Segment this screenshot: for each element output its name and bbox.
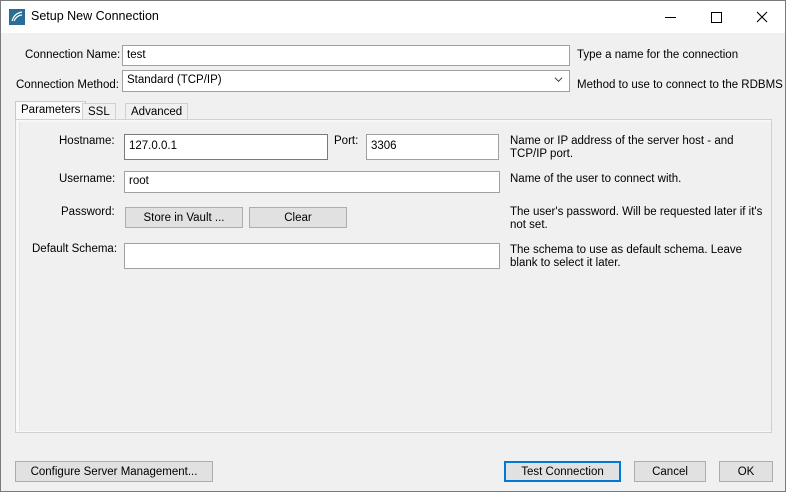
- minimize-button[interactable]: [647, 1, 693, 33]
- schema-help-line-1: The schema to use as default schema. Lea…: [510, 244, 743, 256]
- connection-method-help: Method to use to connect to the RDBMS: [577, 79, 783, 91]
- close-icon: [756, 11, 768, 23]
- port-input[interactable]: 3306: [366, 134, 499, 160]
- parameters-panel: [19, 122, 771, 431]
- window-title: Setup New Connection: [31, 9, 159, 23]
- tab-parameters[interactable]: Parameters: [15, 101, 87, 120]
- tab-ssl[interactable]: SSL: [82, 103, 116, 120]
- connection-method-label: Connection Method:: [16, 79, 119, 91]
- hostname-help-line-1: Name or IP address of the server host - …: [510, 135, 734, 147]
- cancel-button[interactable]: Cancel: [634, 461, 706, 482]
- tab-advanced[interactable]: Advanced: [125, 103, 189, 120]
- connection-name-input[interactable]: test: [122, 45, 570, 66]
- clear-password-button[interactable]: Clear: [249, 207, 347, 228]
- hostname-input[interactable]: 127.0.0.1: [124, 134, 328, 160]
- maximize-button[interactable]: [693, 1, 739, 33]
- password-help-line-2: not set.: [510, 219, 548, 231]
- hostname-label: Hostname:: [59, 135, 115, 147]
- close-button[interactable]: [739, 1, 785, 33]
- mysql-workbench-icon: [9, 9, 25, 25]
- dialog-window: Setup New Connection Connection Name: te…: [0, 0, 786, 492]
- title-bar: Setup New Connection: [1, 1, 785, 33]
- default-schema-input[interactable]: [124, 243, 500, 269]
- password-help-line-1: The user's password. Will be requested l…: [510, 206, 763, 218]
- password-label: Password:: [61, 206, 115, 218]
- configure-server-management-button[interactable]: Configure Server Management...: [15, 461, 213, 482]
- connection-method-value: Standard (TCP/IP): [127, 74, 222, 86]
- port-label: Port:: [334, 135, 359, 147]
- test-connection-button[interactable]: Test Connection: [504, 461, 621, 482]
- minimize-icon: [664, 16, 676, 18]
- store-in-vault-button[interactable]: Store in Vault ...: [125, 207, 243, 228]
- username-label: Username:: [59, 173, 116, 185]
- username-input[interactable]: root: [124, 171, 500, 193]
- maximize-icon: [710, 11, 722, 23]
- schema-help-line-2: blank to select it later.: [510, 257, 621, 269]
- connection-method-select[interactable]: Standard (TCP/IP): [122, 70, 570, 92]
- hostname-help-line-2: TCP/IP port.: [510, 148, 574, 160]
- chevron-down-icon: [554, 77, 563, 83]
- username-help: Name of the user to connect with.: [510, 173, 682, 185]
- ok-button[interactable]: OK: [719, 461, 773, 482]
- default-schema-label: Default Schema:: [32, 243, 118, 255]
- connection-name-help: Type a name for the connection: [577, 49, 739, 61]
- connection-name-label: Connection Name:: [25, 49, 121, 61]
